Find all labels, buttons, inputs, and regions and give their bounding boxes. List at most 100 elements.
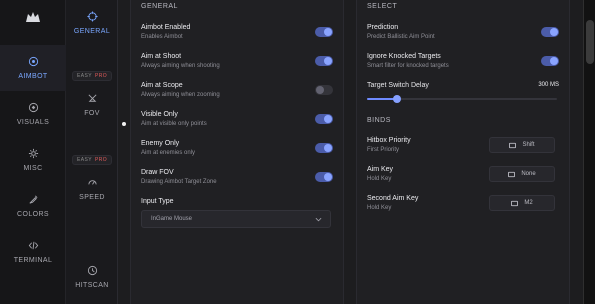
tab-general-label: GENERAL — [73, 28, 111, 35]
setting-subtitle: Always aiming when zooming — [141, 92, 220, 98]
setting-subtitle: Drawing Aimbot Target Zone — [141, 179, 217, 185]
aimbot-subnav: GENERAL EASY PRO FOV EASY PRO SPEED HITS… — [66, 0, 118, 304]
ignore-knocked-row[interactable]: Ignore Knocked Targets Smart filter for … — [367, 53, 559, 69]
eye-icon — [28, 102, 38, 113]
setting-title: Aim at Scope — [141, 82, 183, 89]
setting-subtitle: Smart filter for knocked targets — [367, 63, 449, 69]
binds-title: BINDS — [367, 117, 391, 124]
bind-title: Hitbox Priority — [367, 137, 411, 144]
difficulty-pill: EASY PRO — [72, 155, 112, 165]
aimbot-enabled-row[interactable]: Aimbot Enabled Enables Aimbot — [141, 24, 333, 40]
setting-title: Ignore Knocked Targets — [367, 53, 441, 60]
setting-title: Aimbot Enabled — [141, 24, 191, 31]
select-title: SELECT — [367, 3, 398, 10]
aim-key-bind-button[interactable]: None — [489, 166, 555, 182]
second-aim-key-bind-button[interactable]: M2 — [489, 195, 555, 211]
aimbot-enabled-toggle[interactable] — [315, 27, 333, 37]
gear-icon — [28, 148, 38, 159]
setting-title: Draw FOV — [141, 169, 174, 176]
aim-at-shoot-row[interactable]: Aim at Shoot Always aiming when shooting — [141, 53, 333, 69]
fov-icon — [88, 94, 96, 102]
setting-title: Aim at Shoot — [141, 53, 182, 60]
general-panel: GENERAL Aimbot Enabled Enables Aimbot Ai… — [130, 0, 344, 304]
scrollbar[interactable] — [583, 0, 595, 304]
input-type-value: InGame Mouse — [151, 216, 193, 222]
target-switch-delay-slider[interactable] — [367, 95, 557, 103]
slider-label: Target Switch Delay — [367, 82, 429, 89]
difficulty-pill: EASY PRO — [72, 71, 112, 81]
enemy-only-row[interactable]: Enemy Only Aim at enemies only — [141, 140, 333, 156]
input-type-row: Input Type — [141, 198, 333, 205]
aim-at-scope-row[interactable]: Aim at Scope Always aiming when zooming — [141, 82, 333, 98]
enemy-only-toggle[interactable] — [315, 143, 333, 153]
keyboard-icon — [509, 142, 517, 148]
clock-icon — [87, 265, 97, 276]
gauge-icon — [87, 180, 97, 185]
pro-badge: PRO — [94, 157, 107, 163]
setting-subtitle: Aim at enemies only — [141, 150, 196, 156]
bind-title: Second Aim Key — [367, 195, 419, 202]
wolf-logo-icon — [0, 0, 66, 34]
bind-value: M2 — [524, 200, 533, 206]
bind-value: Shift — [522, 142, 535, 148]
crosshair-icon — [86, 11, 98, 22]
prediction-row[interactable]: Prediction Predict Ballistic Aim Point — [367, 24, 559, 40]
setting-title: Enemy Only — [141, 140, 180, 147]
setting-subtitle: Predict Ballistic Aim Point — [367, 34, 435, 40]
general-title: GENERAL — [141, 3, 178, 10]
setting-subtitle: Always aiming when shooting — [141, 63, 220, 69]
ignore-knocked-toggle[interactable] — [541, 56, 559, 66]
setting-title: Prediction — [367, 24, 399, 31]
bind-subtitle: Hold Key — [367, 205, 392, 211]
aim-at-scope-toggle[interactable] — [315, 85, 333, 95]
visible-only-toggle[interactable] — [315, 114, 333, 124]
setting-title: Visible Only — [141, 111, 178, 118]
sidebar-item-aimbot[interactable]: AIMBOT — [0, 45, 66, 91]
slider-thumb[interactable] — [393, 95, 402, 103]
prediction-toggle[interactable] — [541, 27, 559, 37]
visible-only-row[interactable]: Visible Only Aim at visible only points — [141, 111, 333, 127]
hitbox-priority-bind-button[interactable]: Shift — [489, 137, 555, 153]
code-icon — [28, 241, 38, 250]
slider-value: 300 MS — [538, 82, 559, 88]
sidebar-item-label: MISC — [23, 165, 43, 172]
sidebar-item-label: TERMINAL — [13, 257, 53, 264]
sidebar-item-visuals[interactable]: VISUALS — [0, 91, 66, 137]
status-dot — [122, 122, 126, 126]
sidebar-item-label: COLORS — [17, 211, 49, 218]
brush-icon — [29, 195, 37, 204]
bind-subtitle: Hold Key — [367, 176, 392, 182]
input-type-label: Input Type — [141, 198, 174, 205]
pro-badge: PRO — [94, 73, 107, 79]
setting-subtitle: Aim at visible only points — [141, 121, 207, 127]
tab-speed[interactable]: EASY PRO SPEED — [66, 155, 118, 201]
input-type-select[interactable]: InGame Mouse — [141, 210, 331, 228]
easy-badge: EASY — [77, 157, 92, 163]
sidebar-item-colors[interactable]: COLORS — [0, 183, 66, 229]
tab-fov-label: FOV — [84, 110, 100, 117]
main-sidebar: AIMBOT VISUALS MISC COLORS TERMINAL — [0, 0, 66, 304]
sidebar-item-misc[interactable]: MISC — [0, 137, 66, 183]
target-switch-delay-row: Target Switch Delay 300 MS — [367, 82, 559, 89]
easy-badge: EASY — [77, 73, 92, 79]
bind-value: None — [521, 171, 536, 177]
aim-at-shoot-toggle[interactable] — [315, 56, 333, 66]
keyboard-icon — [508, 171, 516, 177]
tab-hitscan-label: HITSCAN — [75, 282, 109, 289]
chevron-down-icon — [315, 217, 322, 221]
sidebar-item-terminal[interactable]: TERMINAL — [0, 229, 66, 275]
tab-fov[interactable]: EASY PRO FOV — [66, 71, 118, 117]
setting-subtitle: Enables Aimbot — [141, 34, 183, 40]
keyboard-icon — [511, 200, 519, 206]
sidebar-item-label: VISUALS — [16, 119, 50, 126]
bind-title: Aim Key — [367, 166, 394, 173]
tab-speed-label: SPEED — [79, 194, 105, 201]
draw-fov-toggle[interactable] — [315, 172, 333, 182]
select-panel: SELECT Prediction Predict Ballistic Aim … — [356, 0, 570, 304]
bind-subtitle: First Priority — [367, 147, 399, 153]
tab-hitscan[interactable]: HITSCAN — [66, 265, 118, 289]
draw-fov-row[interactable]: Draw FOV Drawing Aimbot Target Zone — [141, 169, 333, 185]
sidebar-item-label: AIMBOT — [18, 73, 48, 80]
tab-general[interactable]: GENERAL — [66, 11, 118, 35]
target-icon — [28, 56, 38, 67]
